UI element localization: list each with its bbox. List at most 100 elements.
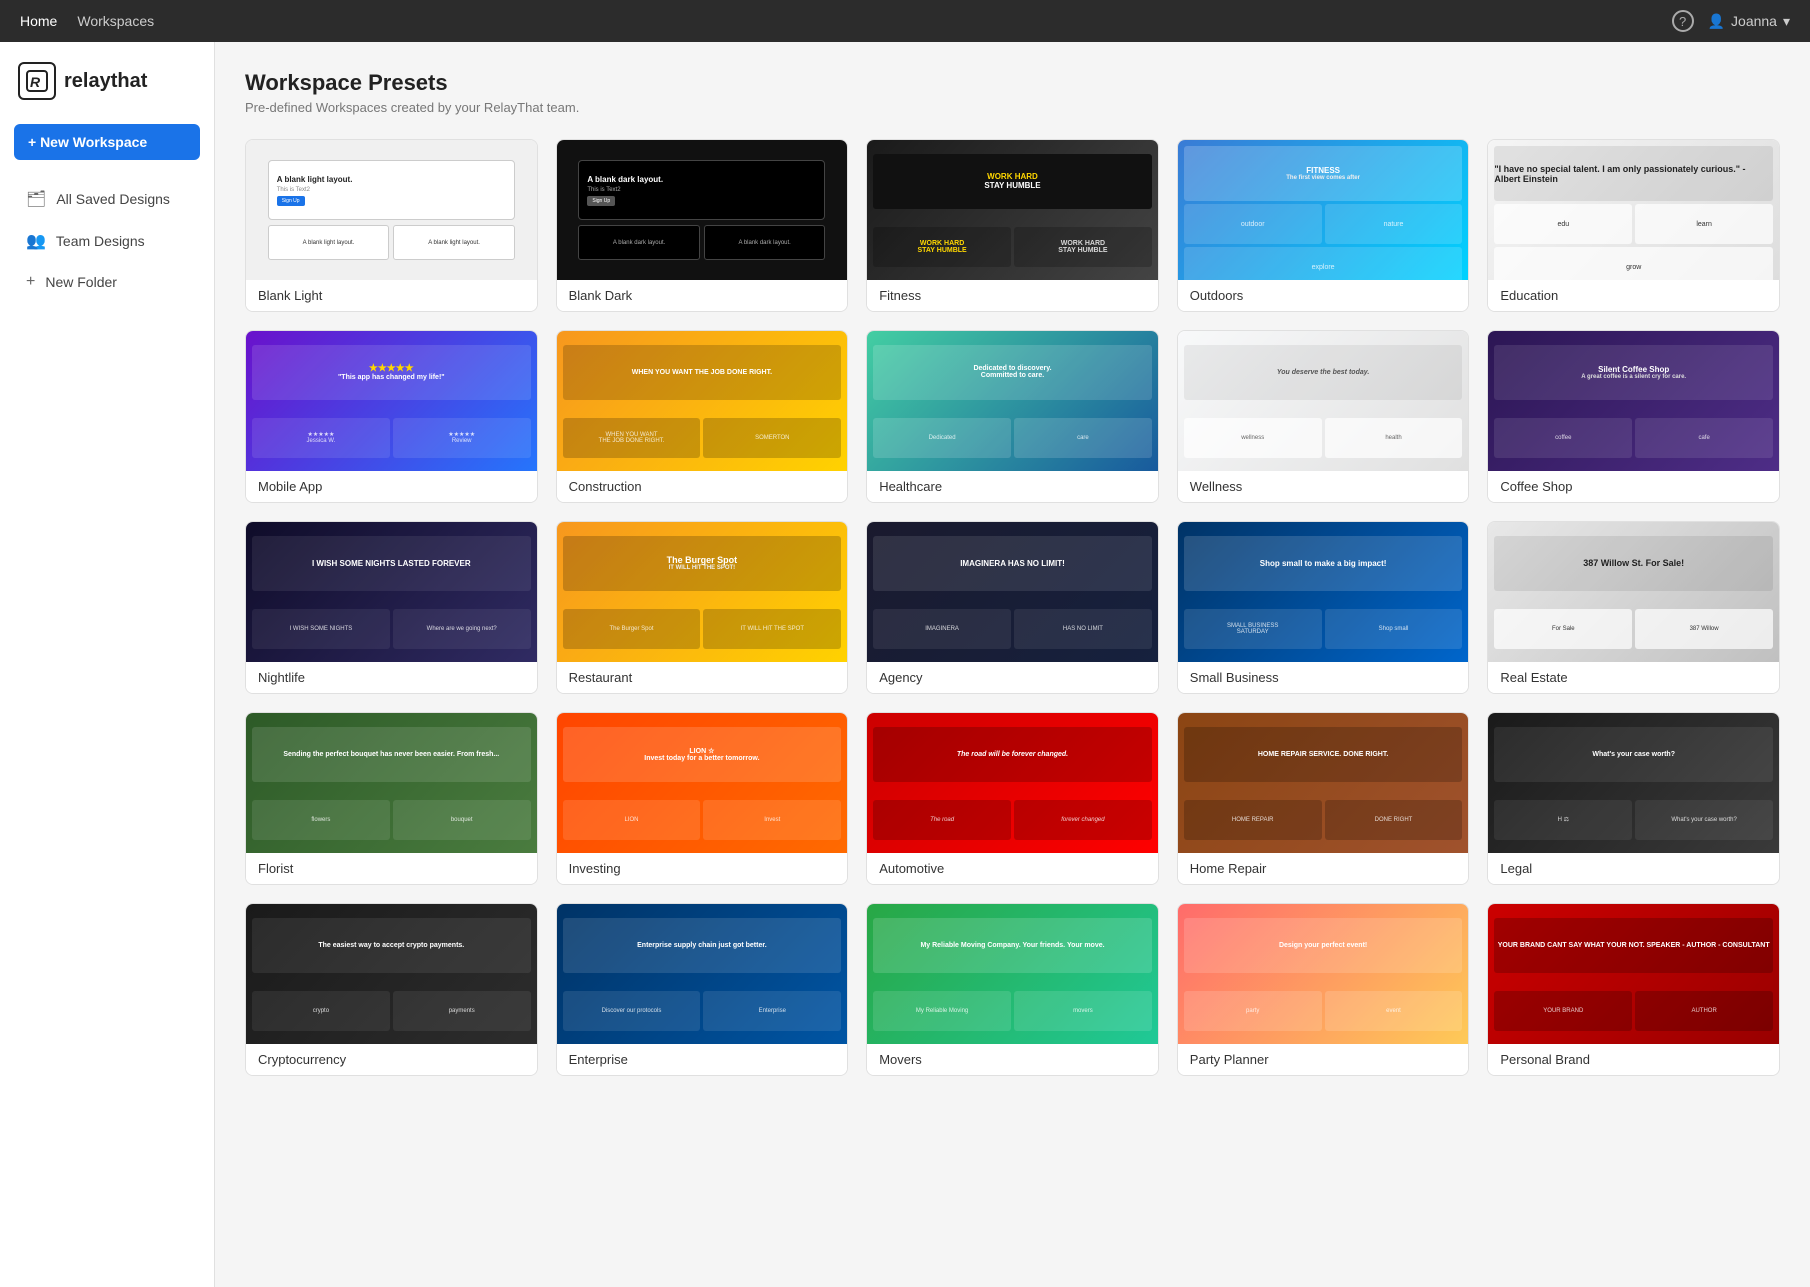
preset-restaurant[interactable]: The Burger Spot IT WILL HIT THE SPOT! Th… xyxy=(556,521,849,694)
preset-label-personal-brand: Personal Brand xyxy=(1488,1044,1779,1075)
preset-thumb-coffeeshop: Silent Coffee Shop A great coffee is a s… xyxy=(1488,331,1779,471)
blank-dark-visual: A blank dark layout. This is Text2 Sign … xyxy=(557,140,848,280)
user-icon: 👤 xyxy=(1708,13,1725,30)
preset-label-party-planner: Party Planner xyxy=(1178,1044,1469,1075)
nav-home[interactable]: Home xyxy=(20,13,57,29)
preset-enterprise[interactable]: Enterprise supply chain just got better.… xyxy=(556,903,849,1076)
preset-label-movers: Movers xyxy=(867,1044,1158,1075)
app-body: R relaythat + New Workspace 🗂 All Saved … xyxy=(0,42,1810,1287)
topnav-right: ? 👤 Joanna ▾ xyxy=(1672,10,1790,32)
preset-investing[interactable]: LION ☆Invest today for a better tomorrow… xyxy=(556,712,849,885)
preset-wellness[interactable]: You deserve the best today. wellness hea… xyxy=(1177,330,1470,503)
personal-visual: YOUR BRAND CANT SAY WHAT YOUR NOT. SPEAK… xyxy=(1488,904,1779,1044)
sidebar-item-new-folder[interactable]: + New Folder xyxy=(8,263,206,301)
florist-visual: Sending the perfect bouquet has never be… xyxy=(246,713,537,853)
preset-label-blank-dark: Blank Dark xyxy=(557,280,848,311)
preset-small-business[interactable]: Shop small to make a big impact! SMALL B… xyxy=(1177,521,1470,694)
preset-thumb-agency: IMAGINERA HAS NO LIMIT! IMAGINERA HAS NO… xyxy=(867,522,1158,662)
construction-visual: WHEN YOU WANT THE JOB DONE RIGHT. WHEN Y… xyxy=(557,331,848,471)
preset-thumb-movers: My Reliable Moving Company. Your friends… xyxy=(867,904,1158,1044)
preset-thumb-realestate: 387 Willow St. For Sale! For Sale 387 Wi… xyxy=(1488,522,1779,662)
preset-label-mobile-app: Mobile App xyxy=(246,471,537,502)
page-title: Workspace Presets xyxy=(245,70,1780,96)
preset-thumb-construction: WHEN YOU WANT THE JOB DONE RIGHT. WHEN Y… xyxy=(557,331,848,471)
preset-florist[interactable]: Sending the perfect bouquet has never be… xyxy=(245,712,538,885)
smallbiz-visual: Shop small to make a big impact! SMALL B… xyxy=(1178,522,1469,662)
preset-outdoors[interactable]: FITNESS The first view comes after outdo… xyxy=(1177,139,1470,312)
sidebar-logo: R relaythat xyxy=(0,62,214,124)
user-menu[interactable]: 👤 Joanna ▾ xyxy=(1708,13,1790,30)
new-workspace-button[interactable]: + New Workspace xyxy=(14,124,200,160)
preset-education[interactable]: "I have no special talent. I am only pas… xyxy=(1487,139,1780,312)
preset-construction[interactable]: WHEN YOU WANT THE JOB DONE RIGHT. WHEN Y… xyxy=(556,330,849,503)
sidebar-item-all-saved[interactable]: 🗂 All Saved Designs xyxy=(8,179,206,219)
blank-light-main-card: A blank light layout. This is Text2 Sign… xyxy=(268,160,515,220)
top-nav: Home Workspaces ? 👤 Joanna ▾ xyxy=(0,0,1810,42)
preset-party-planner[interactable]: Design your perfect event! party event P… xyxy=(1177,903,1470,1076)
preset-label-small-business: Small Business xyxy=(1178,662,1469,693)
preset-movers[interactable]: My Reliable Moving Company. Your friends… xyxy=(866,903,1159,1076)
preset-automotive[interactable]: The road will be forever changed. The ro… xyxy=(866,712,1159,885)
sidebar-item-team-designs[interactable]: 👥 Team Designs xyxy=(8,221,206,261)
logo-relay: relay xyxy=(64,70,111,92)
preset-label-real-estate: Real Estate xyxy=(1488,662,1779,693)
preset-real-estate[interactable]: 387 Willow St. For Sale! For Sale 387 Wi… xyxy=(1487,521,1780,694)
preset-personal-brand[interactable]: YOUR BRAND CANT SAY WHAT YOUR NOT. SPEAK… xyxy=(1487,903,1780,1076)
investing-visual: LION ☆Invest today for a better tomorrow… xyxy=(557,713,848,853)
education-visual: "I have no special talent. I am only pas… xyxy=(1488,140,1779,280)
preset-label-cryptocurrency: Cryptocurrency xyxy=(246,1044,537,1075)
preset-label-outdoors: Outdoors xyxy=(1178,280,1469,311)
preset-home-repair[interactable]: HOME REPAIR SERVICE. DONE RIGHT. HOME RE… xyxy=(1177,712,1470,885)
logo-text: relaythat xyxy=(64,70,147,93)
preset-blank-light[interactable]: A blank light layout. This is Text2 Sign… xyxy=(245,139,538,312)
blank-dark-main-card: A blank dark layout. This is Text2 Sign … xyxy=(578,160,825,220)
preset-mobile-app[interactable]: ★★★★★ "This app has changed my life!" ★★… xyxy=(245,330,538,503)
preset-legal[interactable]: What's your case worth? H ⚖ What's your … xyxy=(1487,712,1780,885)
coffeeshop-visual: Silent Coffee Shop A great coffee is a s… xyxy=(1488,331,1779,471)
blank-dark-sub-row: A blank dark layout. A blank dark layout… xyxy=(578,225,825,260)
preset-thumb-automotive: The road will be forever changed. The ro… xyxy=(867,713,1158,853)
presets-grid: A blank light layout. This is Text2 Sign… xyxy=(245,139,1780,1076)
wellness-visual: You deserve the best today. wellness hea… xyxy=(1178,331,1469,471)
preset-thumb-mobileapp: ★★★★★ "This app has changed my life!" ★★… xyxy=(246,331,537,471)
preset-label-education: Education xyxy=(1488,280,1779,311)
preset-label-blank-light: Blank Light xyxy=(246,280,537,311)
preset-agency[interactable]: IMAGINERA HAS NO LIMIT! IMAGINERA HAS NO… xyxy=(866,521,1159,694)
sidebar: R relaythat + New Workspace 🗂 All Saved … xyxy=(0,42,215,1287)
preset-thumb-blank-dark: A blank dark layout. This is Text2 Sign … xyxy=(557,140,848,280)
sidebar-label-team: Team Designs xyxy=(56,233,145,249)
automotive-visual: The road will be forever changed. The ro… xyxy=(867,713,1158,853)
preset-healthcare[interactable]: Dedicated to discovery.Committed to care… xyxy=(866,330,1159,503)
preset-label-enterprise: Enterprise xyxy=(557,1044,848,1075)
sidebar-label-folder: New Folder xyxy=(45,274,117,290)
preset-thumb-personal: YOUR BRAND CANT SAY WHAT YOUR NOT. SPEAK… xyxy=(1488,904,1779,1044)
enterprise-visual: Enterprise supply chain just got better.… xyxy=(557,904,848,1044)
blank-light-sub-row: A blank light layout. A blank light layo… xyxy=(268,225,515,260)
preset-label-automotive: Automotive xyxy=(867,853,1158,884)
svg-text:R: R xyxy=(30,74,41,90)
preset-cryptocurrency[interactable]: The easiest way to accept crypto payment… xyxy=(245,903,538,1076)
topnav-left: Home Workspaces xyxy=(20,13,1652,29)
nav-workspaces[interactable]: Workspaces xyxy=(77,13,154,29)
preset-label-healthcare: Healthcare xyxy=(867,471,1158,502)
plus-icon: + xyxy=(26,273,35,291)
preset-coffee-shop[interactable]: Silent Coffee Shop A great coffee is a s… xyxy=(1487,330,1780,503)
sidebar-label-all-saved: All Saved Designs xyxy=(56,191,170,207)
logo-wrap: R relaythat xyxy=(18,62,196,100)
restaurant-visual: The Burger Spot IT WILL HIT THE SPOT! Th… xyxy=(557,522,848,662)
preset-thumb-outdoors: FITNESS The first view comes after outdo… xyxy=(1178,140,1469,280)
homerepair-visual: HOME REPAIR SERVICE. DONE RIGHT. HOME RE… xyxy=(1178,713,1469,853)
main-content: Workspace Presets Pre-defined Workspaces… xyxy=(215,42,1810,1287)
preset-thumb-legal: What's your case worth? H ⚖ What's your … xyxy=(1488,713,1779,853)
healthcare-visual: Dedicated to discovery.Committed to care… xyxy=(867,331,1158,471)
help-icon[interactable]: ? xyxy=(1672,10,1694,32)
preset-blank-dark[interactable]: A blank dark layout. This is Text2 Sign … xyxy=(556,139,849,312)
preset-label-florist: Florist xyxy=(246,853,537,884)
team-icon: 👥 xyxy=(26,231,46,251)
preset-nightlife[interactable]: I WISH SOME NIGHTS LASTED FOREVER I WISH… xyxy=(245,521,538,694)
movers-visual: My Reliable Moving Company. Your friends… xyxy=(867,904,1158,1044)
preset-thumb-fitness: WORK HARD STAY HUMBLE WORK HARDSTAY HUMB… xyxy=(867,140,1158,280)
preset-thumb-wellness: You deserve the best today. wellness hea… xyxy=(1178,331,1469,471)
preset-fitness[interactable]: WORK HARD STAY HUMBLE WORK HARDSTAY HUMB… xyxy=(866,139,1159,312)
preset-thumb-homerepair: HOME REPAIR SERVICE. DONE RIGHT. HOME RE… xyxy=(1178,713,1469,853)
